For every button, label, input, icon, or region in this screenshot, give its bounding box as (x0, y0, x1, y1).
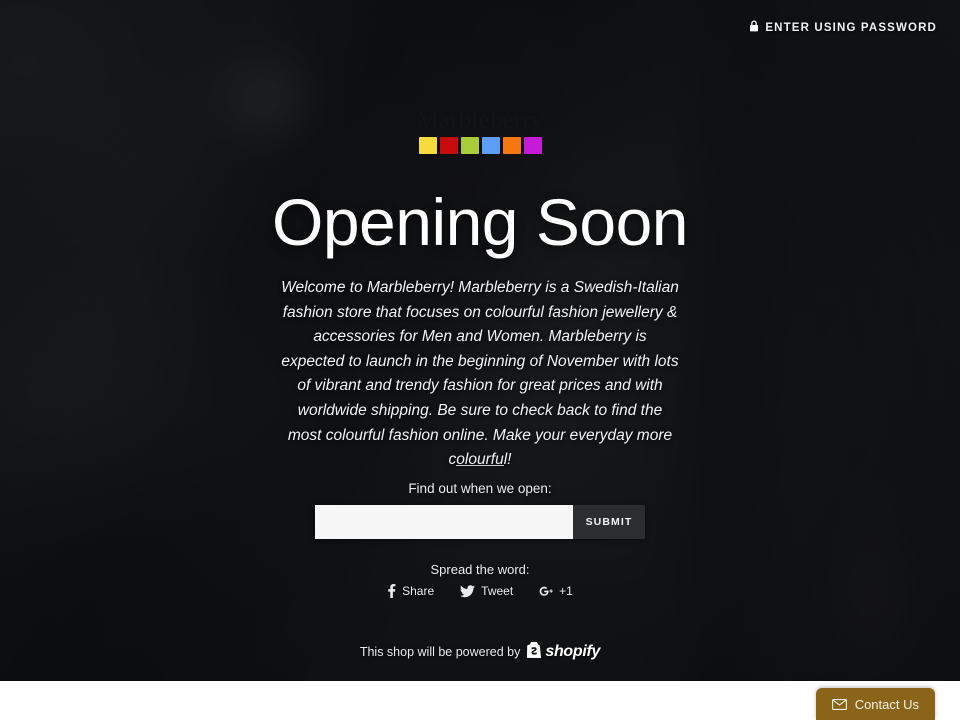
share-label: Spread the word: (430, 562, 530, 577)
facebook-icon (387, 584, 396, 598)
logo-color-squares (0, 137, 960, 154)
share-googleplus-label: +1 (559, 584, 573, 598)
signup-label: Find out when we open: (408, 481, 552, 496)
share-facebook-link[interactable]: Share (387, 584, 434, 598)
hero-section: ENTER USING PASSWORD Marbleberry Opening… (0, 0, 960, 681)
logo-square-yellow (418, 137, 437, 154)
googleplus-icon (539, 585, 553, 598)
logo-square-green (460, 137, 479, 154)
email-input[interactable] (315, 505, 573, 539)
powered-by-text: This shop will be powered by (359, 644, 521, 659)
twitter-icon (460, 584, 476, 598)
divider (456, 465, 504, 466)
shopify-link[interactable]: shopify (527, 642, 600, 661)
hero-content: ENTER USING PASSWORD Marbleberry Opening… (0, 0, 960, 681)
shopify-bag-icon (527, 642, 542, 661)
share-links: Share Tweet +1 (0, 584, 960, 598)
logo-square-magenta (523, 137, 542, 154)
lock-icon (749, 20, 759, 35)
submit-button[interactable]: SUBMIT (573, 505, 645, 539)
contact-us-button[interactable]: Contact Us (815, 688, 935, 720)
enter-using-password-label: ENTER USING PASSWORD (765, 21, 937, 34)
page-title: Opening Soon (271, 185, 689, 259)
share-googleplus-link[interactable]: +1 (539, 584, 573, 598)
shopify-wordmark: shopify (545, 642, 601, 660)
page-bottom: Contact Us (0, 681, 960, 720)
enter-using-password-link[interactable]: ENTER USING PASSWORD (749, 20, 937, 35)
logo-square-red (439, 137, 458, 154)
newsletter-signup-form: SUBMIT (315, 505, 645, 539)
powered-by-row: This shop will be powered by shopify (0, 642, 960, 661)
intro-paragraph: Welcome to Marbleberry! Marbleberry is a… (281, 279, 679, 469)
store-logo[interactable]: Marbleberry (0, 108, 960, 154)
share-twitter-link[interactable]: Tweet (460, 584, 513, 598)
contact-us-label: Contact Us (854, 696, 919, 712)
logo-wordmark: Marbleberry (416, 107, 544, 134)
envelope-icon (831, 698, 847, 710)
logo-square-blue (481, 137, 500, 154)
share-facebook-label: Share (402, 584, 435, 598)
logo-square-orange (502, 137, 521, 154)
share-twitter-label: Tweet (481, 584, 514, 598)
